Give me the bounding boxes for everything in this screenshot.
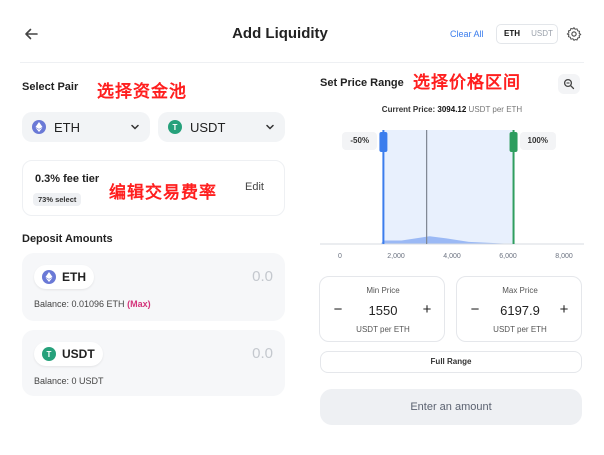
eth-amount-input[interactable]: 0.0: [252, 268, 273, 285]
token-b-symbol: USDT: [190, 119, 226, 135]
toggle-usdt[interactable]: USDT: [527, 25, 557, 43]
edit-fee-button[interactable]: Edit: [245, 181, 264, 193]
usdt-deposit-card[interactable]: T USDT 0.0 Balance: 0 USDT: [22, 330, 285, 396]
enter-amount-button[interactable]: Enter an amount: [320, 389, 582, 425]
x-tick-label: 2,000: [387, 253, 405, 260]
select-pair-label: Select Pair: [22, 81, 79, 93]
eth-coin-icon: [42, 270, 56, 284]
eth-balance: Balance: 0.01096 ETH (Max): [34, 299, 151, 309]
x-tick-label: 0: [338, 253, 342, 260]
max-price-increment-button[interactable]: +: [555, 301, 573, 319]
min-price-increment-button[interactable]: +: [418, 301, 436, 319]
max-price-label: Max Price: [502, 286, 538, 295]
current-price-unit: USDT per ETH: [468, 105, 523, 114]
eth-coin-icon: [32, 120, 46, 134]
usdt-amount-input[interactable]: 0.0: [252, 345, 273, 362]
x-tick-label: 4,000: [443, 253, 461, 260]
fee-tier-text: 0.3% fee tier: [35, 173, 100, 185]
current-price: Current Price: 3094.12 USDT per ETH: [320, 105, 584, 114]
usdt-deposit-token: T USDT: [34, 342, 103, 366]
current-price-value: 3094.12: [437, 105, 467, 114]
token-toggle: ETH USDT: [496, 24, 558, 44]
usdt-deposit-symbol: USDT: [62, 347, 95, 361]
min-price-box: Min Price − 1550 + USDT per ETH: [319, 276, 445, 342]
usdt-coin-icon: T: [168, 120, 182, 134]
x-tick-label: 6,000: [499, 253, 517, 260]
max-price-unit: USDT per ETH: [493, 325, 547, 334]
max-button[interactable]: (Max): [127, 299, 151, 309]
gear-icon[interactable]: [566, 26, 582, 42]
zoom-button[interactable]: [558, 74, 580, 94]
magnifier-icon: [563, 78, 575, 90]
usdt-balance: Balance: 0 USDT: [34, 376, 104, 386]
token-b-select[interactable]: T USDT: [158, 112, 285, 142]
min-price-handle: [379, 132, 388, 152]
token-a-select[interactable]: ETH: [22, 112, 150, 142]
eth-deposit-symbol: ETH: [62, 270, 86, 284]
toggle-eth[interactable]: ETH: [497, 25, 527, 43]
edit-fee-annotation: 编辑交易费率: [109, 183, 217, 203]
min-percent-badge: -50%: [342, 132, 378, 150]
max-price-box: Max Price − 6197.9 + USDT per ETH: [456, 276, 582, 342]
max-price-handle: [509, 132, 518, 152]
usdt-coin-icon: T: [42, 347, 56, 361]
header-divider: [20, 62, 584, 63]
select-price-range-annotation: 选择价格区间: [413, 73, 521, 93]
deposit-amounts-label: Deposit Amounts: [22, 233, 113, 245]
selected-range-area: [383, 130, 514, 244]
clear-all-button[interactable]: Clear All: [450, 29, 484, 39]
eth-deposit-token: ETH: [34, 265, 94, 289]
max-percent-badge: 100%: [519, 132, 556, 150]
fee-select-badge: 73% select: [33, 193, 82, 206]
chevron-down-icon: [131, 124, 139, 130]
current-price-label: Current Price:: [381, 105, 436, 114]
full-range-button[interactable]: Full Range: [320, 351, 582, 373]
chevron-down-icon: [266, 124, 274, 130]
set-price-range-label: Set Price Range: [320, 77, 404, 89]
eth-balance-text: Balance: 0.01096 ETH: [34, 299, 125, 309]
eth-deposit-card[interactable]: ETH 0.0 Balance: 0.01096 ETH (Max): [22, 253, 285, 321]
min-price-unit: USDT per ETH: [356, 325, 410, 334]
token-a-symbol: ETH: [54, 119, 80, 135]
min-price-label: Min Price: [366, 286, 400, 295]
x-tick-label: 8,000: [555, 253, 573, 260]
add-liquidity-panel: Add Liquidity Clear All ETH USDT Select …: [0, 0, 604, 455]
select-pool-annotation: 选择资金池: [97, 82, 187, 102]
